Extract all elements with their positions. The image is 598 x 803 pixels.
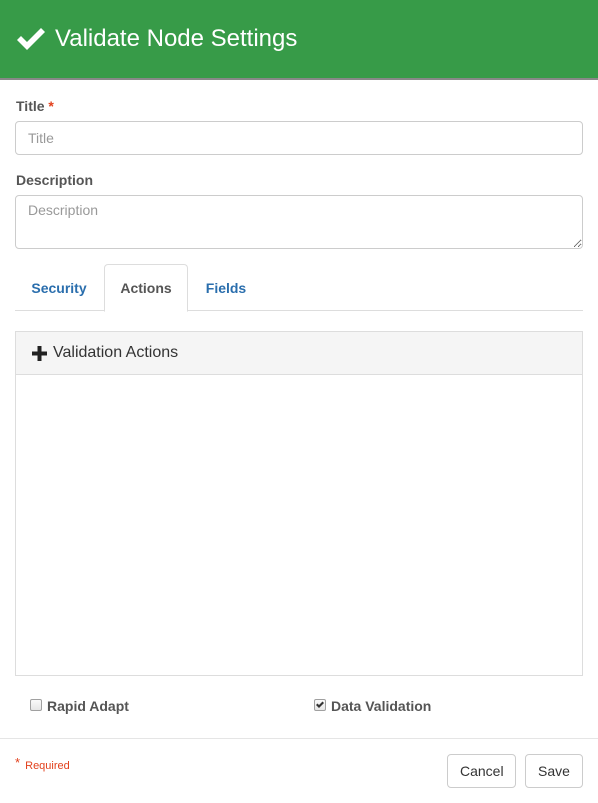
description-textarea[interactable] xyxy=(15,195,583,249)
check-icon xyxy=(15,25,47,53)
title-label: Title * xyxy=(16,98,54,114)
plus-icon xyxy=(32,345,47,361)
required-star: * xyxy=(48,98,54,114)
cancel-button[interactable]: Cancel xyxy=(447,754,516,788)
data-validation-checkbox[interactable] xyxy=(314,699,326,711)
tab-bar: Security Actions Fields xyxy=(15,264,583,312)
tab-fields[interactable]: Fields xyxy=(189,264,263,311)
rapid-adapt-option[interactable]: Rapid Adapt xyxy=(30,698,129,714)
data-validation-label: Data Validation xyxy=(331,698,432,714)
tab-security[interactable]: Security xyxy=(15,264,103,311)
rapid-adapt-checkbox[interactable] xyxy=(30,699,42,711)
rapid-adapt-label: Rapid Adapt xyxy=(47,698,129,714)
dialog-header: Validate Node Settings xyxy=(0,0,598,80)
title-input[interactable] xyxy=(15,121,583,155)
checkmark-icon xyxy=(316,701,324,708)
title-label-text: Title xyxy=(16,98,45,114)
data-validation-option[interactable]: Data Validation xyxy=(314,698,431,714)
description-label: Description xyxy=(16,172,94,188)
save-button[interactable]: Save xyxy=(525,754,583,788)
required-text: Required xyxy=(25,760,70,772)
dialog-title: Validate Node Settings xyxy=(55,25,298,52)
footer-divider xyxy=(0,738,598,739)
required-star: * xyxy=(15,755,21,770)
validation-actions-panel: Validation Actions xyxy=(15,331,583,676)
panel-heading-text: Validation Actions xyxy=(53,344,179,361)
tab-actions[interactable]: Actions xyxy=(104,264,188,312)
required-note: * Required xyxy=(15,755,70,772)
add-validation-action-button[interactable]: Validation Actions xyxy=(16,332,582,375)
